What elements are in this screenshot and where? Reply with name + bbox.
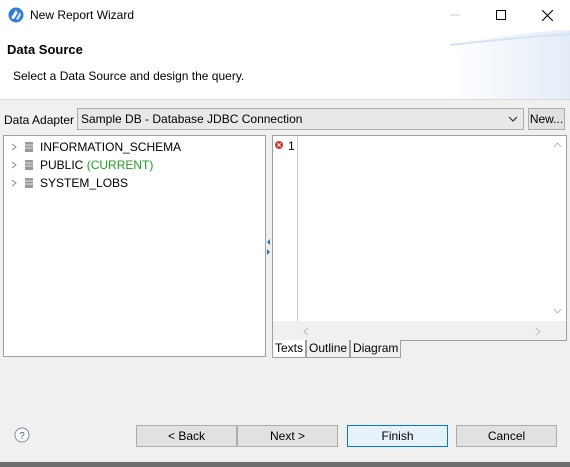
tree-item-system-lobs[interactable]: SYSTEM_LOBS bbox=[8, 174, 128, 192]
minimize-icon bbox=[450, 14, 460, 16]
back-button[interactable]: < Back bbox=[136, 425, 237, 447]
finish-button[interactable]: Finish bbox=[347, 425, 448, 447]
query-editor[interactable]: 1 bbox=[272, 135, 567, 341]
data-adapter-label: Data Adapter bbox=[4, 113, 75, 127]
page-heading: Data Source bbox=[7, 42, 83, 57]
schema-icon bbox=[25, 160, 33, 170]
wizard-header: Data Source Select a Data Source and des… bbox=[0, 30, 570, 100]
window-bottom-edge bbox=[0, 462, 570, 467]
scroll-down-icon[interactable] bbox=[553, 308, 562, 314]
close-icon bbox=[541, 9, 553, 21]
cancel-button[interactable]: Cancel bbox=[456, 425, 557, 447]
splitter-collapse-icon[interactable] bbox=[267, 238, 271, 256]
tree-item-label: SYSTEM_LOBS bbox=[40, 176, 129, 190]
tree-item-public[interactable]: PUBLIC (CURRENT) bbox=[8, 156, 153, 174]
horizontal-scrollbar[interactable] bbox=[273, 321, 566, 340]
tree-item-information-schema[interactable]: INFORMATION_SCHEMA bbox=[8, 138, 181, 156]
window-title: New Report Wizard bbox=[30, 8, 135, 22]
expand-arrow-icon[interactable] bbox=[8, 159, 20, 171]
minimize-button[interactable] bbox=[432, 0, 478, 30]
scroll-right-icon[interactable] bbox=[535, 327, 541, 336]
chevron-down-icon bbox=[508, 116, 518, 122]
maximize-button[interactable] bbox=[478, 0, 524, 30]
schema-icon bbox=[25, 178, 33, 188]
scroll-left-icon[interactable] bbox=[303, 327, 309, 336]
expand-arrow-icon[interactable] bbox=[8, 177, 20, 189]
scroll-up-icon[interactable] bbox=[553, 142, 562, 148]
tree-item-label: INFORMATION_SCHEMA bbox=[40, 140, 182, 154]
tree-item-label: PUBLIC bbox=[40, 158, 84, 172]
close-button[interactable] bbox=[524, 0, 570, 30]
vertical-scrollbar[interactable] bbox=[549, 136, 566, 321]
expand-arrow-icon[interactable] bbox=[8, 141, 20, 153]
wizard-window: New Report Wizard Data Source Select a D… bbox=[0, 0, 570, 467]
next-button[interactable]: Next > bbox=[237, 425, 338, 447]
svg-text:?: ? bbox=[19, 431, 25, 442]
data-adapter-value: Sample DB - Database JDBC Connection bbox=[81, 112, 303, 126]
banner-decoration bbox=[450, 30, 570, 99]
line-gutter: 1 bbox=[273, 136, 298, 321]
tab-diagram[interactable]: Diagram bbox=[350, 340, 402, 358]
line-number: 1 bbox=[288, 139, 295, 153]
editor-tabs: Texts Outline Diagram bbox=[272, 340, 402, 358]
help-icon[interactable]: ? bbox=[14, 427, 30, 443]
new-adapter-button[interactable]: New... bbox=[528, 108, 565, 130]
page-description: Select a Data Source and design the quer… bbox=[13, 69, 245, 83]
maximize-icon bbox=[496, 10, 506, 20]
tab-texts[interactable]: Texts bbox=[272, 340, 307, 358]
title-bar: New Report Wizard bbox=[0, 0, 570, 30]
data-adapter-select[interactable]: Sample DB - Database JDBC Connection bbox=[77, 108, 524, 130]
tab-outline[interactable]: Outline bbox=[306, 340, 351, 358]
jaspersoft-icon bbox=[8, 7, 24, 23]
schema-tree: INFORMATION_SCHEMA PUBLIC (CURRENT) SYST… bbox=[3, 135, 266, 357]
error-icon bbox=[275, 141, 283, 149]
schema-icon bbox=[25, 142, 33, 152]
current-schema-tag: (CURRENT) bbox=[86, 158, 154, 172]
